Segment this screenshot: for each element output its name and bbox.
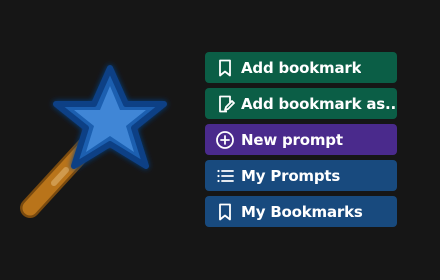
- add-bookmark-button[interactable]: Add bookmark: [205, 52, 397, 83]
- plus-circle-icon: [215, 130, 235, 150]
- list-icon: [215, 166, 235, 186]
- my-prompts-label: My Prompts: [241, 166, 341, 185]
- my-bookmarks-label: My Bookmarks: [241, 202, 363, 221]
- bookmark-icon: [215, 202, 235, 222]
- my-prompts-button[interactable]: My Prompts: [205, 160, 397, 191]
- add-bookmark-as-button[interactable]: Add bookmark as...: [205, 88, 397, 119]
- add-bookmark-as-label: Add bookmark as...: [241, 94, 397, 113]
- bookmark-edit-icon: [215, 94, 235, 114]
- bookmark-icon: [215, 58, 235, 78]
- action-menu: Add bookmark Add bookmark as... New prom…: [205, 52, 397, 232]
- my-bookmarks-button[interactable]: My Bookmarks: [205, 196, 397, 227]
- add-bookmark-label: Add bookmark: [241, 58, 362, 77]
- popup-stage: Add bookmark Add bookmark as... New prom…: [0, 0, 440, 280]
- new-prompt-button[interactable]: New prompt: [205, 124, 397, 155]
- magic-wand-star-icon: [20, 65, 167, 218]
- new-prompt-label: New prompt: [241, 130, 343, 149]
